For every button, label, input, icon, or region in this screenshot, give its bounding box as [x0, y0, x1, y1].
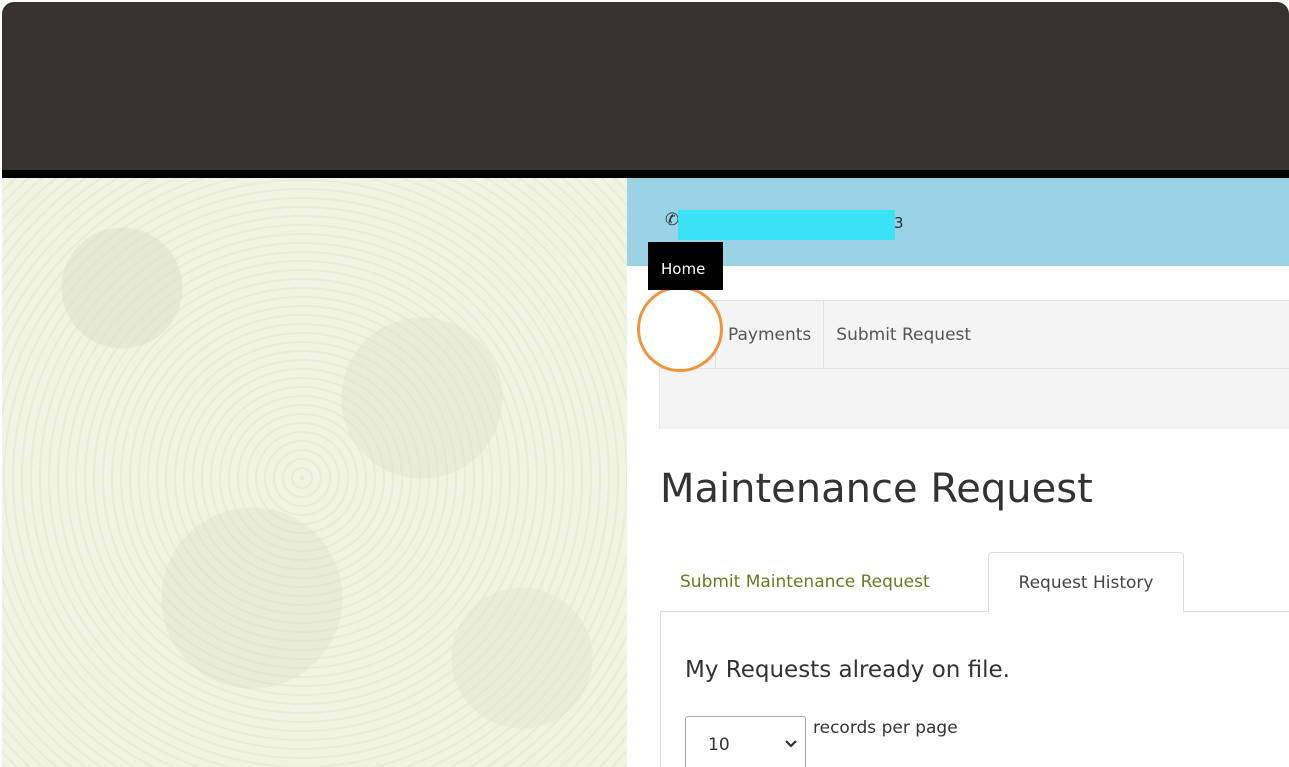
tab-submit-maintenance-request[interactable]: Submit Maintenance Request — [680, 552, 930, 612]
contact-bar: ✆ (555) 555-5555 3 — [627, 178, 1289, 266]
chevron-down-icon — [785, 740, 797, 748]
top-banner — [2, 2, 1289, 170]
browser-viewport: ✆ (555) 555-5555 3 Payments Submit Reque… — [2, 2, 1289, 767]
requests-heading: My Requests already on file. — [685, 657, 1010, 683]
page-size-value: 10 — [708, 735, 730, 755]
phone-number-redacted[interactable]: (555) 555-5555 — [678, 210, 895, 240]
nav-item-submit-request[interactable]: Submit Request — [824, 301, 983, 369]
tab-request-history[interactable]: Request History — [988, 552, 1184, 613]
page-title: Maintenance Request — [660, 466, 1093, 512]
records-per-page-label: records per page — [813, 718, 958, 738]
home-tooltip: Home — [648, 242, 723, 290]
page-size-select[interactable]: 10 — [685, 716, 806, 767]
request-history-panel: My Requests already on file. 10 records … — [660, 612, 1289, 767]
click-highlight-ring[interactable] — [637, 286, 723, 372]
phone-number-tail: 3 — [894, 214, 904, 232]
nav-item-payments[interactable]: Payments — [716, 301, 825, 369]
banner-border — [2, 170, 1289, 178]
request-tabs: Submit Maintenance Request Request Histo… — [660, 552, 1289, 613]
main-nav: Payments Submit Request — [659, 300, 1289, 429]
content-panel: ✆ (555) 555-5555 3 Payments Submit Reque… — [627, 178, 1289, 767]
decorative-background — [2, 178, 627, 767]
nav-items: Payments Submit Request — [660, 301, 1289, 369]
